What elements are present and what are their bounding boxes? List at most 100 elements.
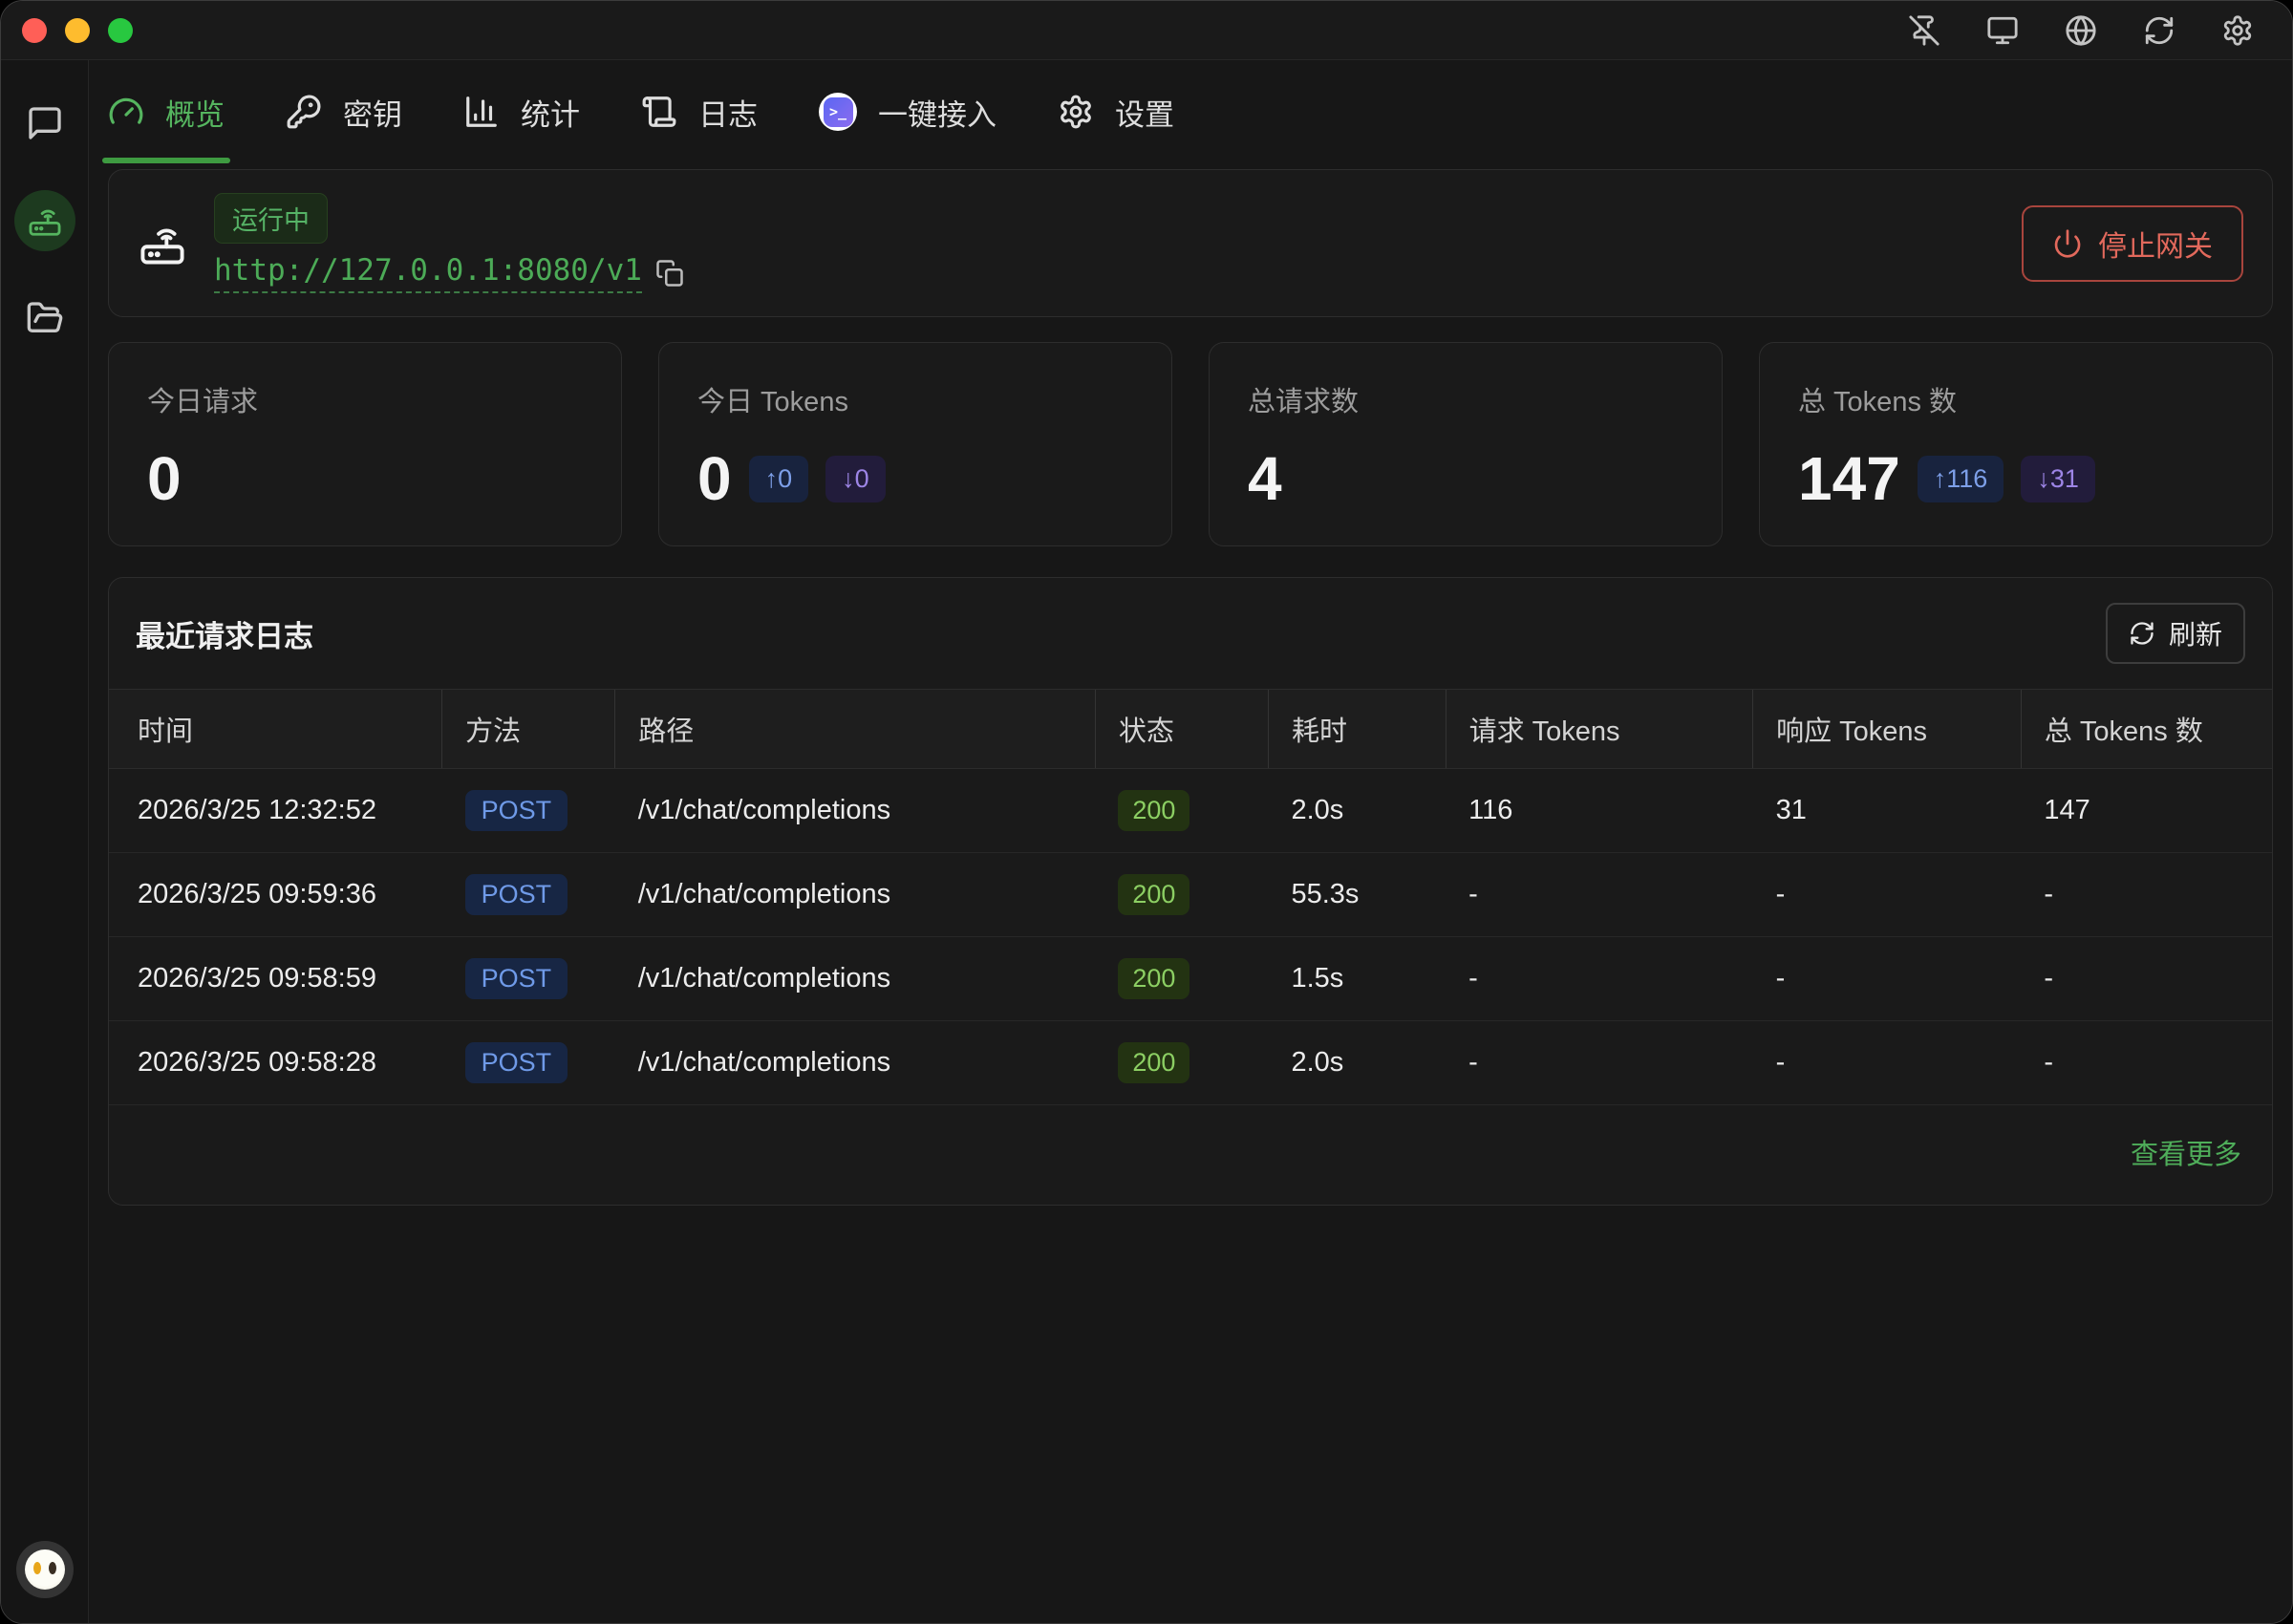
method-badge: POST — [465, 790, 568, 831]
tab-label: 设置 — [1115, 91, 1174, 134]
stop-gateway-button[interactable]: 停止网关 — [2022, 205, 2243, 282]
titlebar — [1, 1, 2292, 60]
cell-total-tokens: - — [2021, 937, 2272, 1021]
refresh-button[interactable]: 刷新 — [2106, 603, 2245, 664]
table-header-row: 时间 方法 路径 状态 耗时 请求 Tokens 响应 Tokens 总 Tok… — [109, 690, 2272, 769]
user-avatar[interactable] — [16, 1541, 74, 1598]
input-tokens-badge: ↑116 — [1918, 456, 2004, 502]
zoom-window-button[interactable] — [108, 18, 133, 43]
method-badge: POST — [465, 1042, 568, 1083]
stat-value: 147 — [1798, 448, 1900, 509]
stop-gateway-label: 停止网关 — [2098, 223, 2213, 265]
chat-bubble-icon[interactable] — [26, 104, 64, 142]
tab-label: 一键接入 — [878, 91, 996, 134]
cell-duration: 2.0s — [1268, 1021, 1446, 1105]
tab-label: 概览 — [165, 91, 225, 134]
table-row[interactable]: 2026/3/25 09:58:59 POST /v1/chat/complet… — [109, 937, 2272, 1021]
method-badge: POST — [465, 874, 568, 915]
status-code-badge: 200 — [1118, 874, 1189, 915]
cell-duration: 2.0s — [1268, 769, 1446, 853]
bar-chart-icon — [463, 94, 500, 130]
table-row[interactable]: 2026/3/25 09:58:28 POST /v1/chat/complet… — [109, 1021, 2272, 1105]
view-more-link[interactable]: 查看更多 — [2131, 1140, 2241, 1170]
stat-card-total-requests: 总请求数 4 — [1209, 342, 1723, 546]
router-icon — [27, 203, 63, 239]
tab-settings[interactable]: 设置 — [1058, 60, 1174, 163]
cell-path: /v1/chat/completions — [615, 937, 1096, 1021]
tab-overview[interactable]: 概览 — [108, 60, 225, 163]
gateway-status-card: 运行中 http://127.0.0.1:8080/v1 停止网关 — [108, 169, 2273, 317]
globe-icon[interactable] — [2065, 14, 2097, 47]
copy-icon[interactable] — [655, 259, 684, 288]
tab-keys[interactable]: 密钥 — [286, 60, 402, 163]
cell-response-tokens: - — [1753, 853, 2022, 937]
cell-total-tokens: - — [2021, 853, 2272, 937]
recent-logs-panel: 最近请求日志 刷新 — [108, 577, 2273, 1206]
col-response-tokens: 响应 Tokens — [1753, 690, 2022, 769]
col-request-tokens: 请求 Tokens — [1446, 690, 1752, 769]
cell-response-tokens: - — [1753, 937, 2022, 1021]
gear-icon — [1058, 94, 1094, 130]
cell-time: 2026/3/25 09:59:36 — [109, 853, 442, 937]
app-window: 概览 密钥 统计 日志 — [0, 0, 2293, 1624]
display-icon[interactable] — [1986, 14, 2019, 47]
mascot-avatar-image — [25, 1549, 65, 1590]
stat-label: 总请求数 — [1248, 379, 1683, 419]
status-code-badge: 200 — [1118, 790, 1189, 831]
cell-request-tokens: - — [1446, 937, 1752, 1021]
folder-open-icon[interactable] — [26, 299, 64, 337]
tab-logs[interactable]: 日志 — [641, 60, 758, 163]
cell-time: 2026/3/25 12:32:52 — [109, 769, 442, 853]
cell-request-tokens: - — [1446, 853, 1752, 937]
cell-duration: 1.5s — [1268, 937, 1446, 1021]
titlebar-actions — [1908, 14, 2292, 47]
stat-value: 0 — [697, 448, 732, 509]
tab-label: 日志 — [698, 91, 758, 134]
col-time: 时间 — [109, 690, 442, 769]
stat-value: 0 — [147, 448, 182, 509]
left-rail — [1, 60, 89, 1623]
tab-label: 密钥 — [343, 91, 402, 134]
main-tabbar: 概览 密钥 统计 日志 — [89, 60, 2292, 163]
minimize-window-button[interactable] — [65, 18, 90, 43]
gauge-icon — [108, 94, 144, 130]
power-icon — [2052, 228, 2083, 259]
stat-label: 今日请求 — [147, 379, 583, 419]
cell-time: 2026/3/25 09:58:28 — [109, 1021, 442, 1105]
input-tokens-badge: ↑0 — [749, 456, 809, 502]
tab-label: 统计 — [521, 91, 580, 134]
traffic-lights — [1, 18, 133, 43]
logs-panel-title: 最近请求日志 — [136, 612, 313, 655]
cell-path: /v1/chat/completions — [615, 853, 1096, 937]
overview-content: 运行中 http://127.0.0.1:8080/v1 停止网关 — [89, 163, 2292, 1623]
status-code-badge: 200 — [1118, 958, 1189, 999]
stat-value: 4 — [1248, 448, 1282, 509]
cell-total-tokens: - — [2021, 1021, 2272, 1105]
refresh-icon — [2129, 620, 2155, 647]
sync-icon[interactable] — [2143, 14, 2175, 47]
col-duration: 耗时 — [1268, 690, 1446, 769]
cell-path: /v1/chat/completions — [615, 769, 1096, 853]
tab-quick-connect[interactable]: >_ 一键接入 — [819, 60, 996, 163]
close-window-button[interactable] — [22, 18, 47, 43]
pin-off-icon[interactable] — [1908, 14, 1940, 47]
sidebar-item-gateway[interactable] — [14, 190, 75, 251]
tab-stats[interactable]: 统计 — [463, 60, 580, 163]
status-badge: 运行中 — [214, 193, 328, 244]
col-method: 方法 — [442, 690, 615, 769]
stat-card-today-tokens: 今日 Tokens 0 ↑0 ↓0 — [658, 342, 1172, 546]
table-row[interactable]: 2026/3/25 12:32:52 POST /v1/chat/complet… — [109, 769, 2272, 853]
gateway-url-link[interactable]: http://127.0.0.1:8080/v1 — [214, 253, 642, 293]
table-row[interactable]: 2026/3/25 09:59:36 POST /v1/chat/complet… — [109, 853, 2272, 937]
cell-path: /v1/chat/completions — [615, 1021, 1096, 1105]
stat-label: 今日 Tokens — [697, 379, 1133, 419]
settings-icon[interactable] — [2221, 14, 2254, 47]
key-icon — [286, 94, 322, 130]
col-status: 状态 — [1095, 690, 1268, 769]
router-icon — [138, 219, 187, 268]
cell-request-tokens: 116 — [1446, 769, 1752, 853]
stat-card-total-tokens: 总 Tokens 数 147 ↑116 ↓31 — [1759, 342, 2273, 546]
cell-total-tokens: 147 — [2021, 769, 2272, 853]
stat-cards: 今日请求 0 今日 Tokens 0 ↑0 ↓0 总请求数 4 — [108, 342, 2273, 546]
col-total-tokens: 总 Tokens 数 — [2021, 690, 2272, 769]
